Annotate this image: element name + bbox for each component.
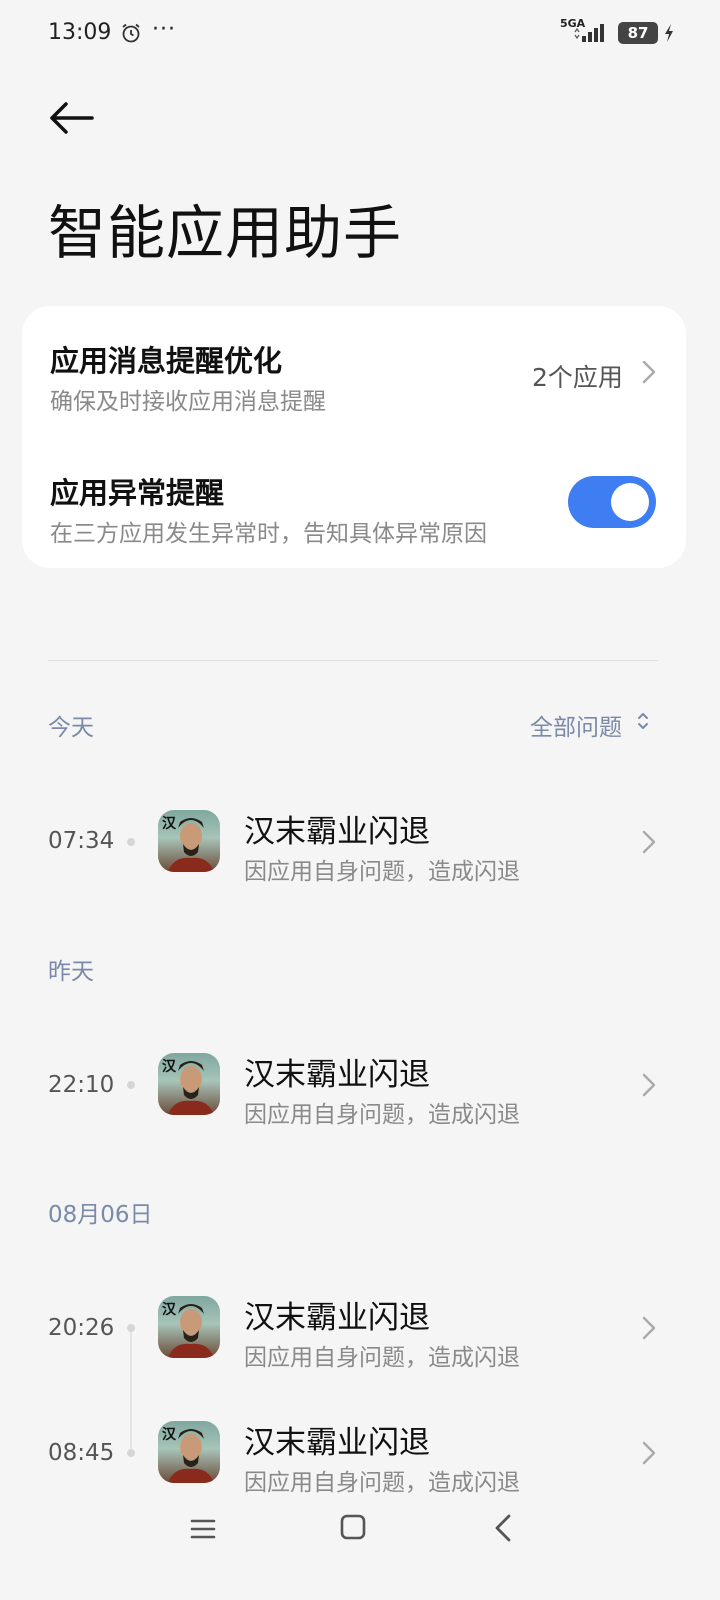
entry-time: 22:10 (48, 1072, 115, 1098)
alarm-icon (122, 23, 140, 43)
section-label-yesterday: 昨天 (48, 959, 94, 985)
battery-level: 87 (627, 24, 649, 42)
charging-icon (665, 24, 673, 42)
settings-card: 应用消息提醒优化 确保及时接收应用消息提醒 2个应用 应用异常提醒 在三方应用发… (22, 306, 686, 568)
timeline-dot (127, 1081, 135, 1089)
nav-back-icon[interactable] (492, 1513, 514, 1543)
message-optimization-title: 应用消息提醒优化 (50, 344, 283, 378)
more-dots-icon: ··· (152, 17, 176, 42)
chevron-right-icon (642, 360, 656, 384)
entry-title: 汉末霸业闪退 (244, 1425, 430, 1461)
timeline-dot (127, 1324, 135, 1332)
svg-text:汉: 汉 (162, 1427, 177, 1443)
toggle-knob (611, 483, 649, 521)
timeline-dot (127, 1449, 135, 1457)
status-time: 13:09 (48, 20, 112, 45)
home-icon[interactable] (340, 1514, 366, 1540)
divider (48, 660, 658, 661)
app-icon: 汉 (158, 1296, 220, 1358)
status-bar: 13:09 ··· 5GA 87 (0, 0, 720, 66)
chevron-right-icon (642, 1073, 656, 1097)
section-label-date: 08月06日 (48, 1202, 153, 1228)
entry-subtitle: 因应用自身问题，造成闪退 (244, 859, 520, 885)
app-icon: 汉 (158, 1053, 220, 1115)
entry-time: 08:45 (48, 1440, 115, 1466)
entry-title: 汉末霸业闪退 (244, 1300, 430, 1336)
svg-text:汉: 汉 (162, 1059, 177, 1075)
message-optimization-subtitle: 确保及时接收应用消息提醒 (50, 389, 326, 415)
battery-icon: 87 (618, 22, 658, 44)
chevron-right-icon (642, 1441, 656, 1465)
signal-icon (574, 24, 604, 42)
entry-subtitle: 因应用自身问题，造成闪退 (244, 1345, 520, 1371)
menu-icon[interactable] (190, 1516, 216, 1542)
svg-text:汉: 汉 (162, 1302, 177, 1318)
chevron-right-icon (642, 830, 656, 854)
navigation-bar (0, 1500, 720, 1560)
entry-subtitle: 因应用自身问题，造成闪退 (244, 1102, 520, 1128)
entry-time: 07:34 (48, 828, 115, 854)
issue-filter-label: 全部问题 (530, 715, 622, 741)
timeline-line (130, 1330, 132, 1454)
anomaly-alert-toggle[interactable] (568, 476, 656, 528)
app-icon: 汉 (158, 1421, 220, 1483)
page-title: 智能应用助手 (48, 199, 403, 267)
entry-time: 20:26 (48, 1315, 115, 1341)
anomaly-alert-title: 应用异常提醒 (50, 476, 225, 510)
message-optimization-value: 2个应用 (532, 363, 623, 392)
section-label-today: 今天 (48, 715, 94, 741)
entry-title: 汉末霸业闪退 (244, 1057, 430, 1093)
back-arrow-icon[interactable] (46, 96, 98, 140)
app-icon: 汉 (158, 810, 220, 872)
sort-updown-icon (638, 713, 648, 729)
entry-subtitle: 因应用自身问题，造成闪退 (244, 1470, 520, 1496)
chevron-right-icon (642, 1316, 656, 1340)
entry-title: 汉末霸业闪退 (244, 814, 430, 850)
anomaly-alert-subtitle: 在三方应用发生异常时，告知具体异常原因 (50, 521, 487, 547)
svg-text:汉: 汉 (162, 816, 177, 832)
timeline-dot (127, 838, 135, 846)
